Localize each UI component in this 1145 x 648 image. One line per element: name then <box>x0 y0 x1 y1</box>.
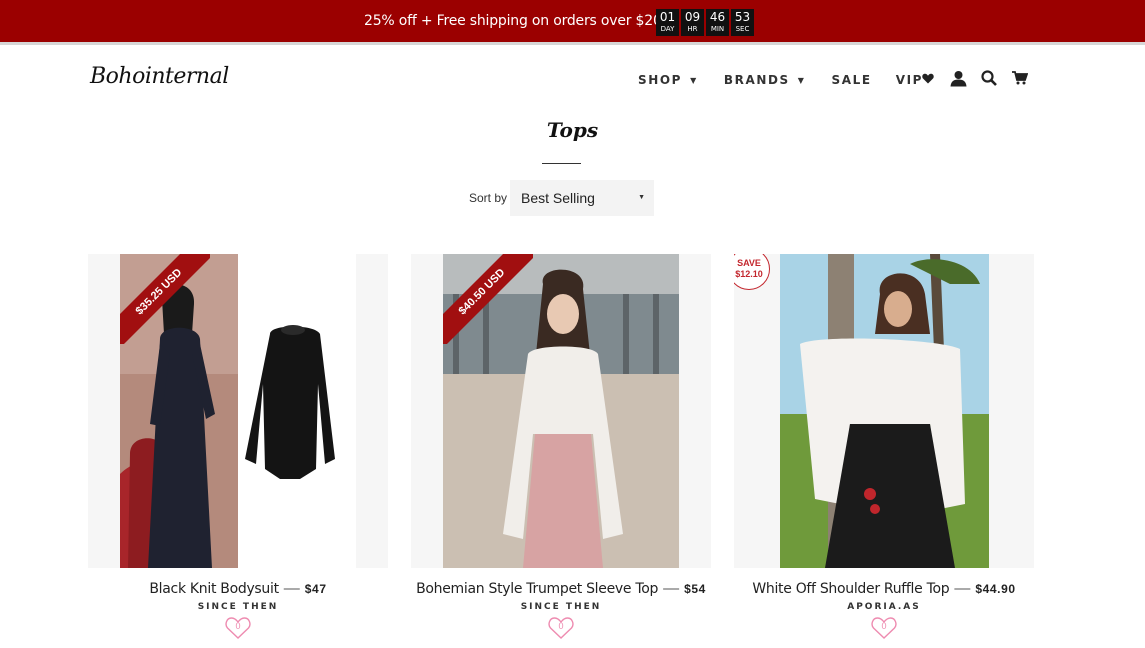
countdown-value: 01 <box>659 10 676 24</box>
discount-ribbon-text: $40.50 USD <box>443 254 533 344</box>
price-separator: — <box>954 580 971 597</box>
nav-sale-label: SALE <box>831 73 872 87</box>
wishlist-count: 0 <box>558 621 564 631</box>
countdown-seconds: 53 SEC <box>731 9 754 36</box>
product-name[interactable]: Bohemian Style Trumpet Sleeve Top <box>416 581 658 597</box>
countdown-minutes: 46 MIN <box>706 9 729 36</box>
countdown-unit: DAY <box>660 25 675 33</box>
main-nav: SHOP ▼ BRANDS ▼ SALE VIP <box>638 73 923 87</box>
sort-label: Sort by <box>469 191 508 205</box>
countdown-unit: SEC <box>735 25 750 33</box>
chevron-down-icon: ▼ <box>638 194 645 201</box>
promo-text: 25% off + Free shipping on orders over $… <box>364 13 671 29</box>
product-name[interactable]: Black Knit Bodysuit <box>149 581 279 597</box>
product-vendor: SINCE THEN <box>197 602 279 612</box>
save-badge-amount: $12.10 <box>735 269 763 279</box>
wishlist-button[interactable]: 0 <box>547 616 575 640</box>
chevron-down-icon: ▼ <box>797 75 806 85</box>
product-info: White Off Shoulder Ruffle Top — $44.90 APO… <box>734 580 1034 640</box>
countdown-unit: HR <box>687 25 698 33</box>
product-name[interactable]: White Off Shoulder Ruffle Top <box>752 581 949 597</box>
promo-bar: 25% off + Free shipping on orders over $… <box>0 0 1145 45</box>
nav-brands-label: BRANDS <box>723 73 790 87</box>
wishlist-count: 0 <box>235 621 241 631</box>
product-vendor: SINCE THEN <box>520 602 602 612</box>
countdown-unit: MIN <box>710 25 725 33</box>
nav-sale[interactable]: SALE <box>832 73 872 87</box>
price-separator: — <box>283 580 300 597</box>
sort-select[interactable]: Best Selling ▼ <box>510 180 654 216</box>
price-separator: — <box>663 580 680 597</box>
product-card-image[interactable]: $40.50 USD <box>411 254 711 568</box>
wishlist-count: 0 <box>881 621 887 631</box>
product-price: $54 <box>684 582 706 596</box>
page-title: Tops <box>546 118 599 142</box>
cart-icon[interactable] <box>1010 68 1030 88</box>
sort-value: Best Selling <box>521 190 595 206</box>
countdown-days: 01 DAY <box>656 9 679 36</box>
product-vendor: APORIA.AS <box>847 602 921 612</box>
header-icons <box>918 68 1030 88</box>
product-info: Bohemian Style Trumpet Sleeve Top — $54 SI… <box>411 580 711 640</box>
account-icon[interactable] <box>948 68 968 88</box>
nav-brands[interactable]: BRANDS ▼ <box>724 73 806 87</box>
product-card-image[interactable]: $35.25 USD <box>88 254 388 568</box>
countdown-value: 46 <box>709 10 726 24</box>
nav-shop-label: SHOP <box>638 73 683 87</box>
wishlist-button[interactable]: 0 <box>224 616 252 640</box>
product-image-off-shoulder-ruffle-top <box>780 254 989 568</box>
save-badge: SAVE $12.10 <box>734 254 770 290</box>
site-logo[interactable]: Bohointernal <box>90 64 229 89</box>
wishlist-button[interactable]: 0 <box>870 616 898 640</box>
discount-ribbon: $40.50 USD <box>443 254 533 344</box>
countdown-timer: 01 DAY 09 HR 46 MIN 53 SEC <box>656 9 754 36</box>
product-card-image[interactable]: SAVE $12.10 <box>734 254 1034 568</box>
nav-shop[interactable]: SHOP ▼ <box>638 73 698 87</box>
countdown-value: 09 <box>684 10 701 24</box>
countdown-hours: 09 HR <box>681 9 704 36</box>
product-info: Black Knit Bodysuit — $47 SINCE THEN 0 <box>88 580 388 640</box>
save-badge-label: SAVE <box>737 258 761 268</box>
search-icon[interactable] <box>979 68 999 88</box>
discount-ribbon: $35.25 USD <box>120 254 210 344</box>
discount-ribbon-text: $35.25 USD <box>120 254 210 344</box>
product-price: $44.90 <box>975 582 1016 596</box>
title-divider <box>542 163 581 164</box>
chevron-down-icon: ▼ <box>690 75 698 85</box>
countdown-value: 53 <box>734 10 751 24</box>
product-price: $47 <box>304 582 327 596</box>
heart-icon[interactable] <box>918 68 938 88</box>
